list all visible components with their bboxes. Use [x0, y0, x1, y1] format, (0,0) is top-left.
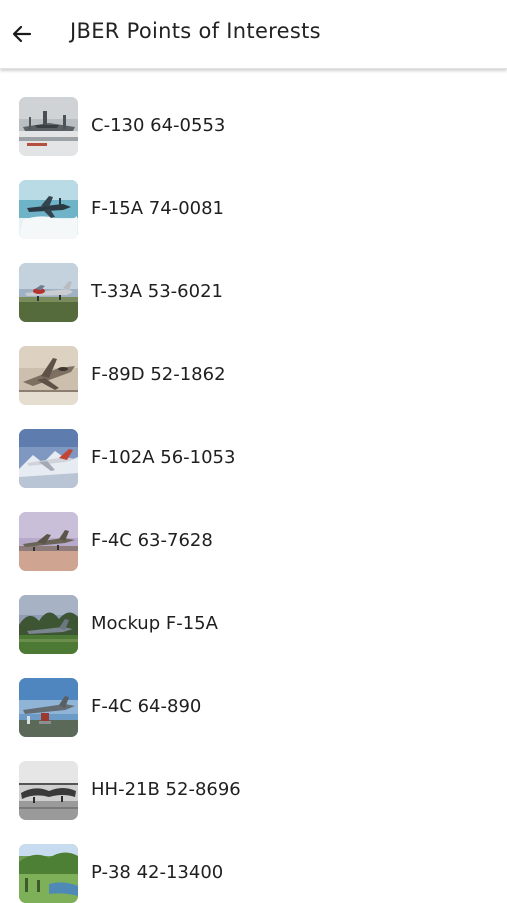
back-button[interactable] — [4, 14, 40, 54]
aircraft-photo — [19, 97, 78, 156]
aircraft-photo — [19, 595, 78, 654]
page-title: JBER Points of Interests — [70, 19, 321, 43]
item-label: F-4C 63-7628 — [91, 530, 213, 551]
app-bar: JBER Points of Interests — [0, 0, 507, 69]
arrow-left-icon — [12, 25, 32, 43]
list-item[interactable]: Mockup F-15A — [0, 570, 507, 654]
list-item[interactable]: F-89D 52-1862 — [0, 321, 507, 405]
item-label: F-89D 52-1862 — [91, 364, 226, 385]
item-label: Mockup F-15A — [91, 613, 218, 634]
aircraft-photo — [19, 678, 78, 737]
list-item[interactable]: F-15A 74-0081 — [0, 155, 507, 239]
item-label: C-130 64-0553 — [91, 115, 226, 136]
item-label: P-38 42-13400 — [91, 862, 224, 883]
item-label: F-15A 74-0081 — [91, 198, 224, 219]
points-of-interest-list: C-130 64-0553 F-15A 74-0081 T-33A 53-602… — [0, 72, 507, 903]
aircraft-photo — [19, 512, 78, 571]
list-item[interactable]: F-102A 56-1053 — [0, 404, 507, 488]
list-item[interactable]: HH-21B 52-8696 — [0, 736, 507, 820]
aircraft-photo — [19, 844, 78, 903]
item-label: HH-21B 52-8696 — [91, 779, 241, 800]
aircraft-photo — [19, 180, 78, 239]
list-item[interactable]: F-4C 63-7628 — [0, 487, 507, 571]
aircraft-photo — [19, 761, 78, 820]
list-item[interactable]: C-130 64-0553 — [0, 72, 507, 156]
aircraft-photo — [19, 263, 78, 322]
list-item[interactable]: F-4C 64-890 — [0, 653, 507, 737]
list-item[interactable]: P-38 42-13400 — [0, 819, 507, 903]
aircraft-photo — [19, 429, 78, 488]
item-label: F-4C 64-890 — [91, 696, 202, 717]
item-label: T-33A 53-6021 — [91, 281, 223, 302]
item-label: F-102A 56-1053 — [91, 447, 236, 468]
aircraft-photo — [19, 346, 78, 405]
list-item[interactable]: T-33A 53-6021 — [0, 238, 507, 322]
